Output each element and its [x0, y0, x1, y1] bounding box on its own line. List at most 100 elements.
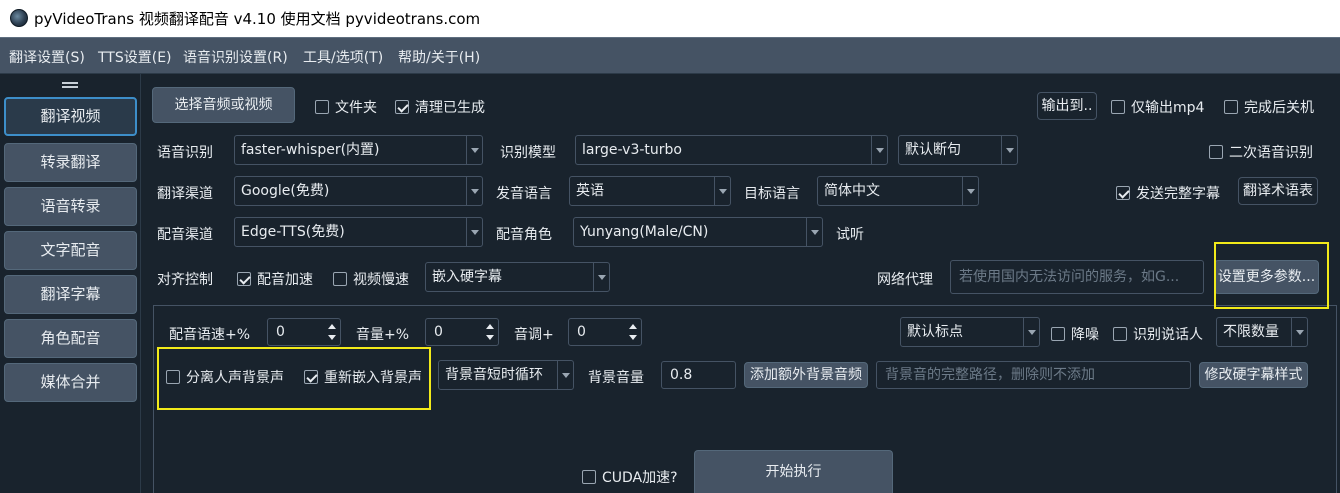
punctuation-select[interactable]: 默认标点: [900, 317, 1040, 347]
menu-recognition-settings[interactable]: 语音识别设置(R): [183, 47, 288, 67]
chevron-down-icon: [1291, 318, 1307, 346]
volume-value: 0: [434, 324, 443, 340]
volume-label: 音量+%: [356, 327, 410, 343]
denoise-checkbox-box[interactable]: [1051, 327, 1065, 341]
second-pass-checkbox-box[interactable]: [1209, 145, 1223, 159]
spin-down-icon[interactable]: [328, 335, 336, 340]
speech-rate-label: 配音语速+%: [169, 327, 251, 343]
sidebar: 翻译视频 转录翻译 语音转录 文字配音 翻译字幕 角色配音 媒体合并: [0, 74, 141, 493]
spin-up-icon[interactable]: [629, 324, 637, 329]
sidebar-item-transcribe-translate[interactable]: 转录翻译: [4, 143, 137, 182]
cuda-checkbox-box[interactable]: [582, 470, 596, 484]
proxy-input[interactable]: 若使用国内无法访问的服务，如G...: [950, 260, 1204, 294]
shutdown-after-checkbox-box[interactable]: [1224, 100, 1238, 114]
shutdown-after-checkbox[interactable]: 完成后关机: [1224, 97, 1314, 117]
spin-down-icon[interactable]: [486, 335, 494, 340]
app-logo-icon: [10, 9, 28, 27]
chevron-down-icon: [466, 177, 482, 205]
speedup-checkbox-label: 配音加速: [257, 272, 313, 288]
separate-vocals-checkbox-box[interactable]: [166, 370, 180, 384]
speaker-id-checkbox[interactable]: 识别说话人: [1113, 324, 1203, 344]
menu-help-about[interactable]: 帮助/关于(H): [398, 47, 480, 67]
only-mp4-checkbox-box[interactable]: [1111, 100, 1125, 114]
output-to-button[interactable]: 输出到..: [1037, 92, 1097, 120]
cuda-checkbox-label: CUDA加速?: [602, 470, 678, 486]
denoise-checkbox[interactable]: 降噪: [1051, 324, 1099, 344]
send-full-subs-checkbox[interactable]: 发送完整字幕: [1116, 183, 1220, 203]
drag-handle-icon[interactable]: [62, 82, 78, 88]
more-settings-button[interactable]: 设置更多参数...: [1214, 260, 1319, 294]
spin-down-icon[interactable]: [629, 335, 637, 340]
main-panel: 选择音频或视频 文件夹 清理已生成 输出到.. 仅输出mp4 完成后关机 语音识…: [141, 74, 1340, 493]
pitch-stepper[interactable]: 0: [568, 318, 642, 346]
sidebar-item-text-to-speech[interactable]: 文字配音: [4, 231, 137, 270]
chevron-down-icon: [714, 177, 730, 205]
reembed-bg-checkbox[interactable]: 重新嵌入背景声: [304, 367, 422, 387]
model-select[interactable]: large-v3-turbo: [575, 135, 888, 165]
menu-translate-settings[interactable]: 翻译设置(S): [9, 47, 85, 67]
speedup-checkbox[interactable]: 配音加速: [237, 269, 313, 289]
edit-subtitle-style-button[interactable]: 修改硬字幕样式: [1199, 362, 1308, 388]
bg-volume-input[interactable]: 0.8: [661, 361, 736, 389]
source-language-select[interactable]: 英语: [569, 176, 731, 206]
menu-tools-options[interactable]: 工具/选项(T): [303, 47, 383, 67]
voice-role-select[interactable]: Yunyang(Male/CN): [573, 217, 823, 247]
slow-video-checkbox-label: 视频慢速: [353, 272, 409, 288]
target-language-label: 目标语言: [744, 186, 800, 202]
recognition-select[interactable]: faster-whisper(内置): [234, 135, 483, 165]
reembed-bg-checkbox-box[interactable]: [304, 370, 318, 384]
folder-checkbox-box[interactable]: [315, 100, 329, 114]
speech-rate-stepper[interactable]: 0: [267, 318, 341, 346]
select-media-button[interactable]: 选择音频或视频: [152, 87, 295, 123]
volume-stepper[interactable]: 0: [425, 318, 499, 346]
send-full-subs-checkbox-box[interactable]: [1116, 186, 1130, 200]
sidebar-item-translate-subtitles[interactable]: 翻译字幕: [4, 275, 137, 314]
subtitle-mode-select[interactable]: 嵌入硬字幕: [425, 262, 610, 292]
menu-bar: 翻译设置(S) TTS设置(E) 语音识别设置(R) 工具/选项(T) 帮助/关…: [0, 37, 1340, 74]
slow-video-checkbox[interactable]: 视频慢速: [333, 269, 409, 289]
chevron-down-icon: [466, 218, 482, 246]
voice-role-label: 配音角色: [496, 227, 552, 243]
sidebar-item-role-dubbing[interactable]: 角色配音: [4, 319, 137, 358]
glossary-button[interactable]: 翻译术语表: [1238, 177, 1318, 205]
sidebar-item-media-merge[interactable]: 媒体合并: [4, 363, 137, 402]
translation-select-value: Google(免费): [241, 183, 330, 199]
send-full-subs-checkbox-label: 发送完整字幕: [1136, 186, 1220, 202]
voice-role-select-value: Yunyang(Male/CN): [580, 224, 709, 240]
second-pass-checkbox-label: 二次语音识别: [1229, 145, 1313, 161]
bg-loop-select[interactable]: 背景音短时循环: [438, 360, 574, 390]
add-bg-audio-button[interactable]: 添加额外背景音频: [744, 362, 868, 388]
separate-vocals-checkbox-label: 分离人声背景声: [186, 370, 284, 386]
pitch-value: 0: [577, 324, 586, 340]
sidebar-item-speech-to-text[interactable]: 语音转录: [4, 187, 137, 226]
clean-generated-checkbox[interactable]: 清理已生成: [395, 97, 485, 117]
cuda-checkbox[interactable]: CUDA加速?: [582, 467, 678, 487]
translation-select[interactable]: Google(免费): [234, 176, 483, 206]
spin-up-icon[interactable]: [328, 324, 336, 329]
chevron-down-icon: [1023, 318, 1039, 346]
only-mp4-checkbox[interactable]: 仅输出mp4: [1111, 97, 1204, 117]
split-select[interactable]: 默认断句: [898, 135, 1018, 165]
punctuation-value: 默认标点: [907, 324, 963, 340]
target-language-select[interactable]: 简体中文: [817, 176, 979, 206]
spin-up-icon[interactable]: [486, 324, 494, 329]
menu-tts-settings[interactable]: TTS设置(E): [98, 47, 172, 67]
speedup-checkbox-box[interactable]: [237, 272, 251, 286]
speaker-count-select[interactable]: 不限数量: [1216, 317, 1308, 347]
recognition-select-value: faster-whisper(内置): [241, 142, 380, 158]
speaker-id-checkbox-box[interactable]: [1113, 327, 1127, 341]
dubbing-select[interactable]: Edge-TTS(免费): [234, 217, 483, 247]
chevron-down-icon: [806, 218, 822, 246]
sidebar-item-translate-video[interactable]: 翻译视频: [4, 97, 137, 136]
target-language-value: 简体中文: [824, 183, 880, 199]
separate-vocals-checkbox[interactable]: 分离人声背景声: [166, 367, 284, 387]
slow-video-checkbox-box[interactable]: [333, 272, 347, 286]
start-button[interactable]: 开始执行: [694, 450, 893, 493]
clean-generated-checkbox-box[interactable]: [395, 100, 409, 114]
folder-checkbox[interactable]: 文件夹: [315, 97, 377, 117]
bg-path-input[interactable]: 背景音的完整路径，删除则不添加: [876, 361, 1191, 389]
second-pass-checkbox[interactable]: 二次语音识别: [1209, 142, 1313, 162]
source-language-value: 英语: [576, 183, 604, 199]
subtitle-mode-value: 嵌入硬字幕: [432, 269, 502, 285]
listen-link[interactable]: 试听: [836, 224, 864, 244]
